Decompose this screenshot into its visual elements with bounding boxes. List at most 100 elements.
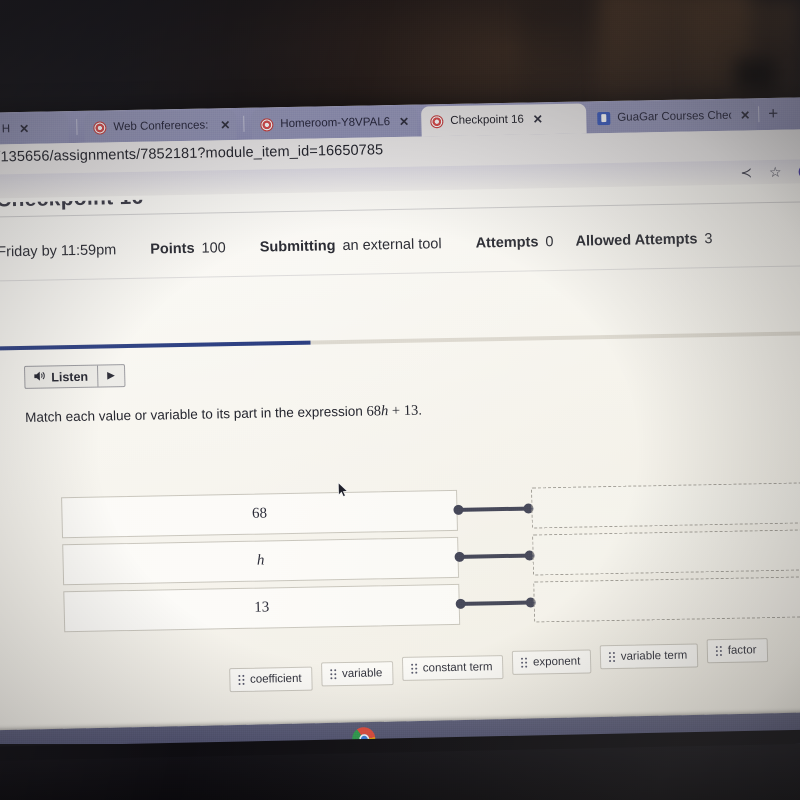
match-drop-zone-3[interactable] [533, 575, 800, 623]
tab-separator [76, 118, 78, 135]
match-connector-2[interactable] [454, 550, 535, 562]
meta-attempts-label: Attempts [475, 234, 539, 252]
drag-handle-icon[interactable] [330, 669, 337, 679]
meta-attempts-value: 0 [545, 234, 554, 251]
drag-handle-icon[interactable] [521, 658, 528, 668]
match-value-3: 13 [254, 599, 270, 616]
chip-label: variable term [620, 649, 688, 663]
tab-separator [243, 115, 245, 132]
chip-label: coefficient [249, 672, 302, 686]
chip-label: constant term [422, 661, 493, 675]
listen-toolbar[interactable]: Listen ▶ [23, 364, 126, 389]
browser-tab-homeroom[interactable]: Homeroom-Y8VPAL6 ✕ [251, 106, 418, 140]
drag-handle-icon[interactable] [609, 652, 615, 662]
meta-due-value: Friday by 11:59pm [0, 242, 117, 261]
play-button[interactable]: ▶ [96, 365, 125, 387]
chip-factor[interactable]: factor [706, 638, 768, 664]
tab-title: Homeroom-Y8VPAL6 [280, 116, 391, 131]
laptop-bottom-bezel [0, 744, 800, 800]
browser-tab-invitation[interactable]: Invitation: H ✕ [0, 113, 69, 146]
drag-handle-icon[interactable] [411, 664, 417, 674]
connector-dot-left [455, 598, 466, 609]
tab-close-icon[interactable]: ✕ [740, 108, 750, 122]
meta-points-label: Points [150, 240, 195, 258]
matching-question-area: 68 h 13 [0, 481, 800, 633]
browser-tab-web-conferences[interactable]: Web Conferences: Homeroo ✕ [84, 109, 237, 143]
meta-submitting: Submitting an external tool [260, 236, 442, 255]
question-prompt: Match each value or variable to its part… [25, 403, 422, 427]
canvas-favicon-icon [260, 117, 274, 132]
tab-title: Web Conferences: Homeroo [113, 119, 211, 134]
prompt-text: Match each value or variable to its part… [25, 403, 367, 425]
chip-exponent[interactable]: exponent [512, 649, 592, 675]
bookmark-star-icon[interactable]: ☆ [769, 164, 782, 180]
expression: 68h + 13 [366, 403, 418, 420]
match-value-box-1[interactable]: 68 [61, 489, 458, 539]
chip-constant-term[interactable]: constant term [401, 655, 504, 681]
meta-attempts: Attempts 0 [475, 234, 553, 251]
meta-allowed-attempts: Allowed Attempts 3 [575, 231, 712, 250]
browser-tab-checkpoint-16[interactable]: Checkpoint 16 ✕ [420, 103, 587, 137]
match-value-box-2[interactable]: h [62, 536, 460, 586]
tab-close-icon[interactable]: ✕ [19, 122, 29, 136]
expression-coefficient: 68 [366, 403, 382, 420]
canvas-assignment-page: Checkpoint 16 Friday by 11:59pm Points 1… [0, 182, 800, 753]
speaker-icon [34, 370, 46, 384]
chip-label: factor [727, 644, 757, 657]
meta-due: Friday by 11:59pm [0, 242, 116, 260]
canvas-favicon-icon [93, 120, 107, 135]
drag-handle-icon[interactable] [238, 675, 245, 685]
address-bar-url[interactable]: s/135656/assignments/7852181?module_item… [0, 142, 383, 165]
tab-title: GuaGar Courses Checklist - ( [617, 109, 732, 124]
play-icon: ▶ [107, 370, 116, 382]
connector-dot-left [454, 551, 465, 562]
tab-close-icon[interactable]: ✕ [399, 115, 409, 129]
meta-allowed-attempts-value: 3 [704, 231, 713, 248]
browser-tab-guagar-courses-checklist[interactable]: GuaGar Courses Checklist - ( ✕ [587, 100, 757, 134]
chip-label: variable [341, 667, 383, 681]
meta-points: Points 100 [150, 240, 226, 257]
chip-coefficient[interactable]: coefficient [229, 666, 313, 693]
canvas-favicon-icon [430, 114, 444, 128]
assignment-meta-row: Friday by 11:59pm Points 100 Submitting … [0, 231, 713, 260]
prompt-period: . [418, 402, 423, 418]
match-connector-1[interactable] [453, 503, 534, 515]
listen-label: Listen [51, 369, 89, 384]
browser-window: Invitation: H ✕ Web Conferences: Homeroo… [0, 97, 800, 753]
chip-variable[interactable]: variable [321, 661, 394, 687]
match-value-box-3[interactable]: 13 [63, 583, 461, 633]
photo-of-laptop-screen: Invitation: H ✕ Web Conferences: Homeroo… [0, 0, 800, 800]
tab-separator [758, 106, 760, 123]
tab-close-icon[interactable]: ✕ [533, 112, 543, 126]
progress-bar-fill [0, 340, 311, 351]
meta-points-value: 100 [201, 240, 226, 257]
meta-allowed-attempts-label: Allowed Attempts [575, 231, 698, 250]
tab-title: Invitation: H [0, 123, 11, 136]
background-wall-shadow [520, 0, 590, 118]
match-drop-zone-1[interactable] [530, 481, 800, 529]
listen-button[interactable]: Listen [25, 366, 97, 388]
tab-close-icon[interactable]: ✕ [220, 118, 230, 132]
answer-chip-tray: coefficient variable constant term expon… [229, 638, 769, 693]
chip-variable-term[interactable]: variable term [599, 643, 699, 670]
meta-divider [0, 265, 800, 282]
background-dark-patch [735, 58, 777, 92]
meta-submitting-value: an external tool [342, 236, 442, 254]
match-value-1: 68 [251, 505, 268, 522]
tab-title: Checkpoint 16 [450, 113, 524, 127]
meta-submitting-label: Submitting [259, 238, 336, 256]
background-door-right [690, 0, 800, 108]
match-connector-3[interactable] [455, 597, 536, 609]
match-value-2: h [256, 552, 265, 569]
browser-toolbar-icons: ≺ ☆ K [740, 160, 800, 183]
chip-label: exponent [532, 655, 581, 669]
docs-favicon-icon [597, 111, 611, 125]
progress-bar-track [0, 331, 800, 351]
share-icon[interactable]: ≺ [740, 164, 752, 180]
connector-dot-left [453, 504, 464, 515]
drag-handle-icon[interactable] [716, 646, 722, 656]
expression-constant: + 13 [388, 402, 419, 420]
background-door-left [600, 0, 750, 106]
match-drop-zone-2[interactable] [532, 528, 800, 576]
new-tab-button[interactable]: + [768, 104, 778, 123]
